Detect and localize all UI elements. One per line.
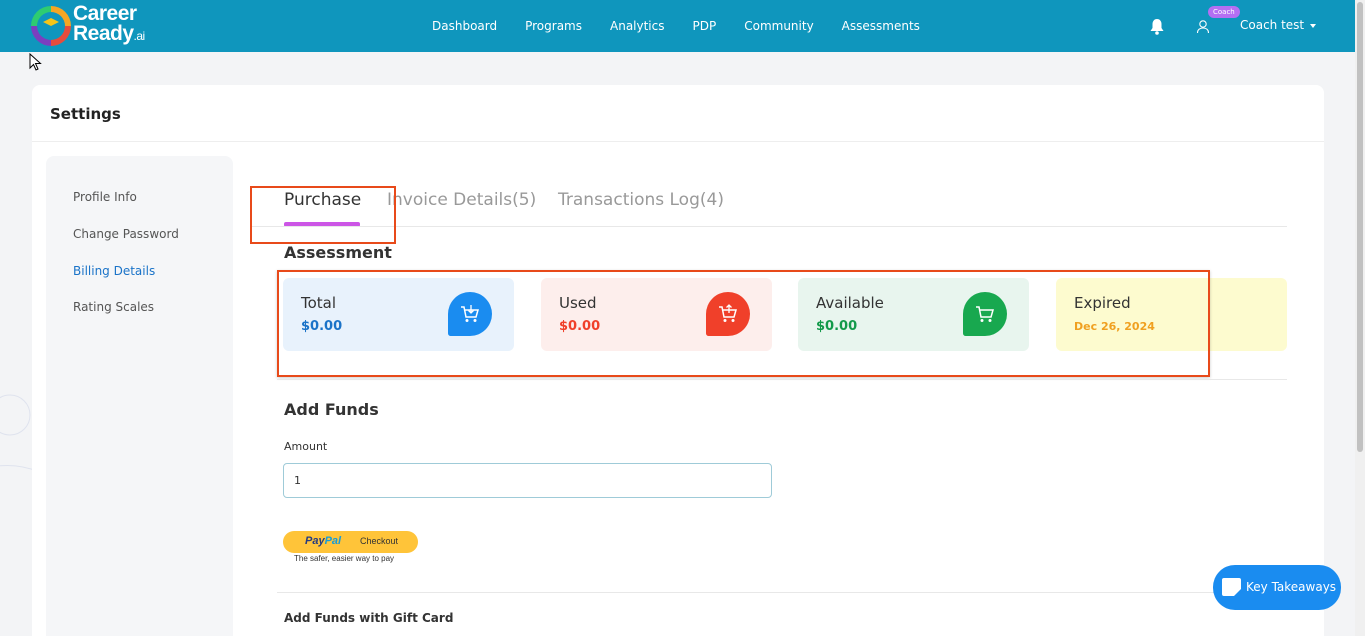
nav-assessments[interactable]: Assessments	[842, 19, 920, 33]
highlight-box-stat-cards	[277, 270, 1210, 377]
nav-dashboard[interactable]: Dashboard	[432, 19, 497, 33]
sticky-note-icon	[1222, 578, 1241, 596]
mouse-cursor-icon	[29, 53, 42, 71]
amount-label: Amount	[284, 440, 328, 453]
paypal-logo: PayPal	[305, 535, 342, 547]
sidebar-item-billing-details[interactable]: Billing Details	[73, 264, 155, 278]
key-takeaways-label: Key Takeaways	[1246, 580, 1337, 594]
user-menu[interactable]: Coach test	[1240, 18, 1317, 32]
nav-programs[interactable]: Programs	[525, 19, 582, 33]
top-navbar: Career Ready.ai Dashboard Programs Analy…	[0, 0, 1355, 52]
tab-invoice-details[interactable]: Invoice Details(5)	[387, 190, 536, 210]
logo-mark	[31, 6, 71, 46]
divider	[32, 141, 1324, 142]
amount-input[interactable]	[283, 463, 772, 498]
logo-wordmark: Career Ready.ai	[73, 2, 145, 45]
assessment-title: Assessment	[284, 243, 392, 262]
gift-card-title: Add Funds with Gift Card	[284, 611, 454, 625]
key-takeaways-button[interactable]: Key Takeaways	[1213, 565, 1341, 610]
user-icon[interactable]	[1196, 19, 1211, 34]
nav-analytics[interactable]: Analytics	[610, 19, 665, 33]
highlight-box-purchase-tab	[250, 186, 396, 244]
main-nav: Dashboard Programs Analytics PDP Communi…	[432, 0, 948, 52]
scrollbar-thumb[interactable]	[1357, 2, 1363, 452]
sidebar-item-change-password[interactable]: Change Password	[73, 227, 179, 241]
page-title: Settings	[50, 105, 121, 123]
role-badge: Coach	[1208, 6, 1240, 18]
careerready-logo[interactable]: Career Ready.ai	[31, 2, 156, 48]
bell-icon[interactable]	[1149, 18, 1165, 35]
settings-card: Settings Profile Info Change Password Bi…	[32, 85, 1324, 636]
caret-down-icon	[1310, 23, 1317, 28]
user-name: Coach test	[1240, 18, 1305, 32]
sidebar-item-rating-scales[interactable]: Rating Scales	[73, 300, 154, 314]
nav-community[interactable]: Community	[744, 19, 813, 33]
tab-transactions-log[interactable]: Transactions Log(4)	[558, 190, 724, 210]
sidebar-item-profile-info[interactable]: Profile Info	[73, 190, 137, 204]
nav-pdp[interactable]: PDP	[693, 19, 717, 33]
divider	[277, 379, 1287, 380]
paypal-checkout-button[interactable]: PayPal Checkout	[283, 531, 418, 553]
tabs-divider	[250, 226, 1287, 227]
paypal-tagline: The safer, easier way to pay	[294, 554, 395, 563]
add-funds-title: Add Funds	[284, 400, 379, 419]
divider	[277, 592, 1287, 593]
settings-sidebar: Profile Info Change Password Billing Det…	[46, 156, 233, 636]
